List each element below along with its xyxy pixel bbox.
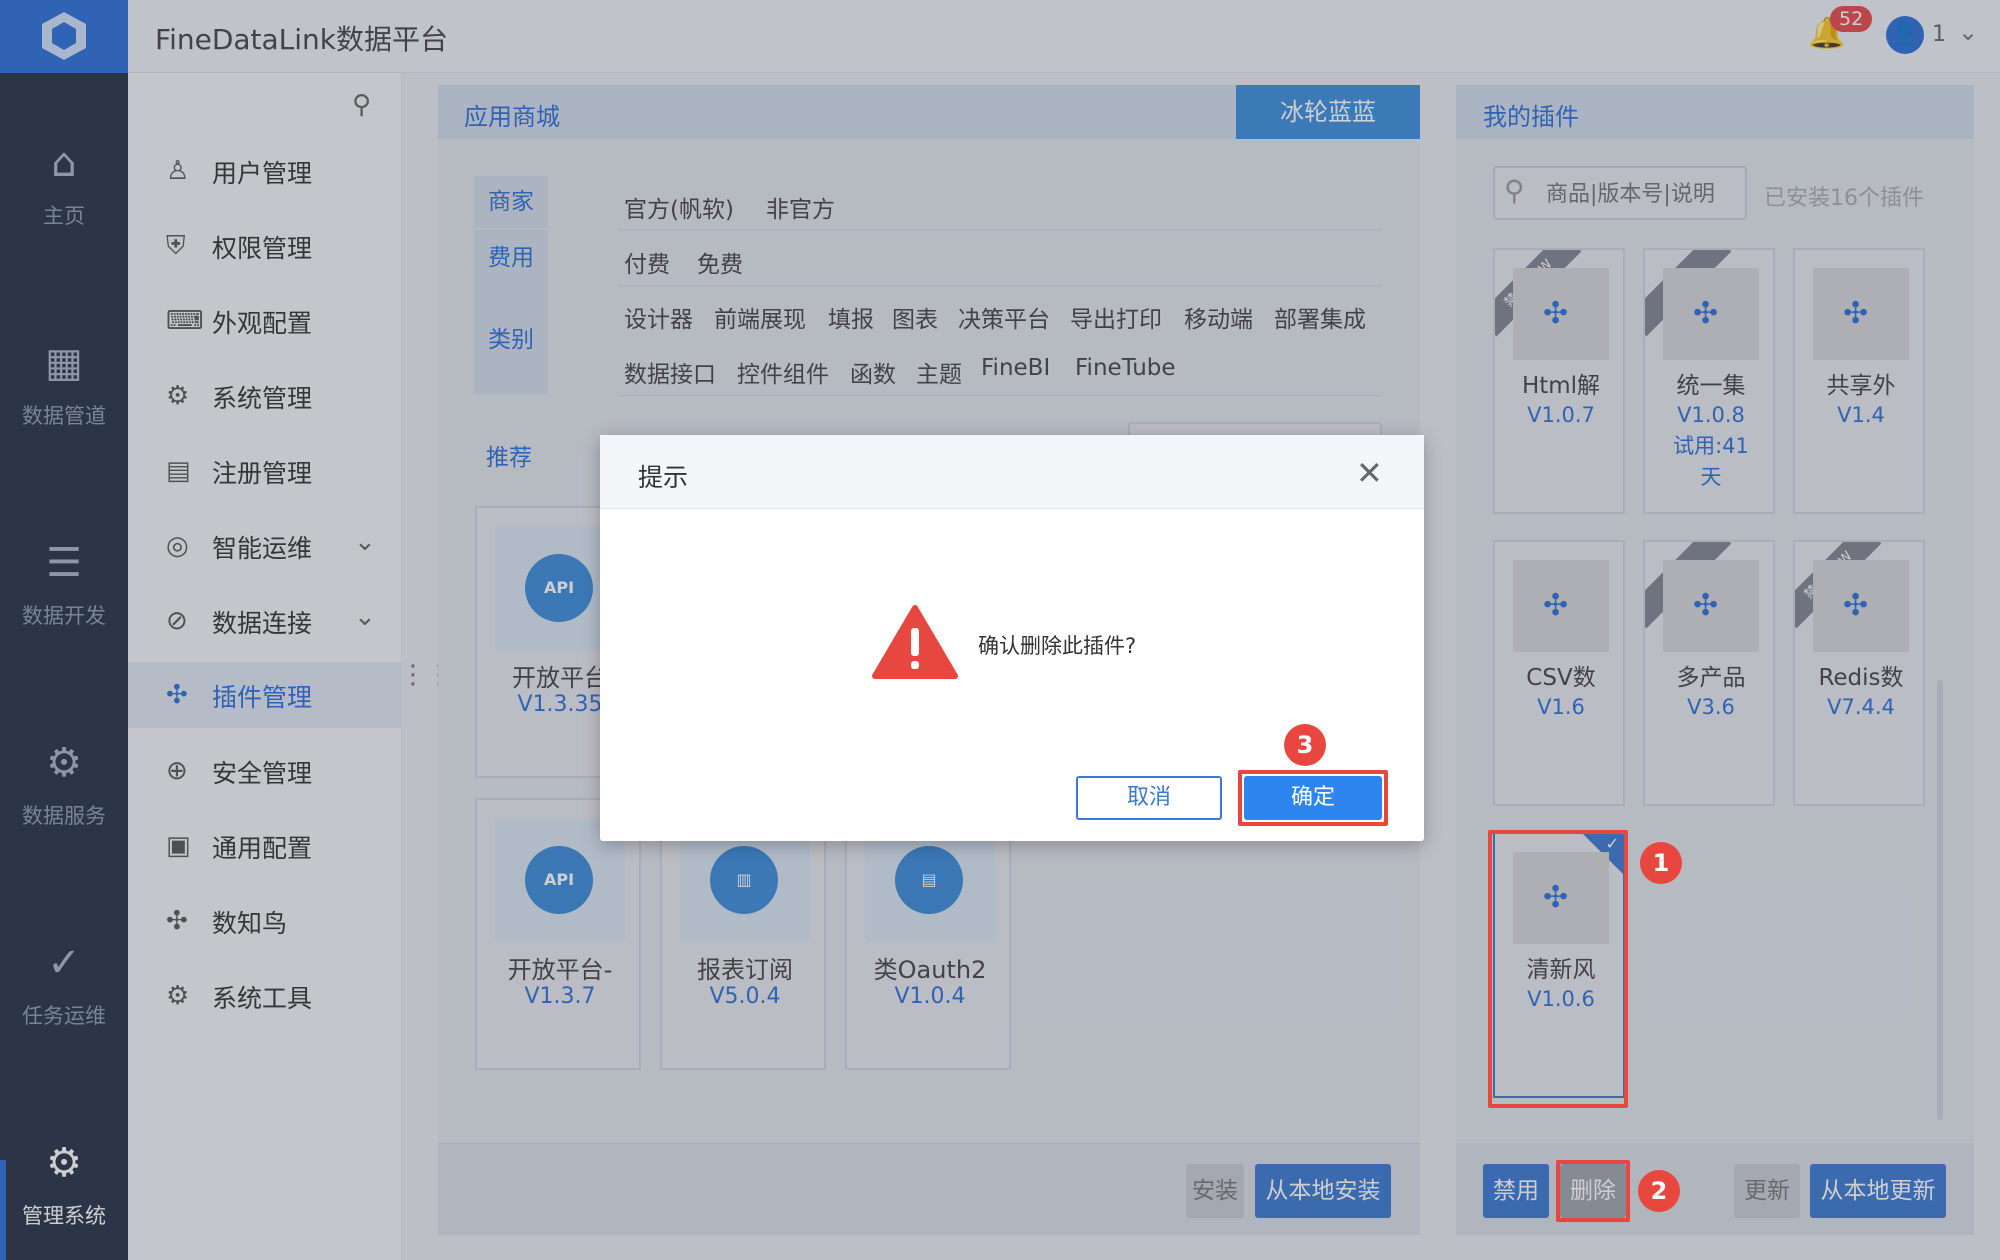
- highlight-selected-plugin: [1488, 830, 1628, 1108]
- cancel-button[interactable]: 取消: [1076, 776, 1222, 820]
- dialog-message: 确认删除此插件?: [978, 634, 1137, 658]
- close-icon[interactable]: ✕: [1356, 454, 1383, 492]
- step-badge-1: 1: [1640, 842, 1682, 884]
- step-badge-2: 2: [1638, 1170, 1680, 1212]
- highlight-delete-button: [1556, 1160, 1630, 1222]
- dialog-title: 提示: [638, 463, 689, 492]
- warning-icon: [872, 605, 958, 679]
- step-badge-3: 3: [1284, 724, 1326, 766]
- dialog-header: [600, 435, 1424, 509]
- ok-button[interactable]: 确定: [1244, 776, 1382, 820]
